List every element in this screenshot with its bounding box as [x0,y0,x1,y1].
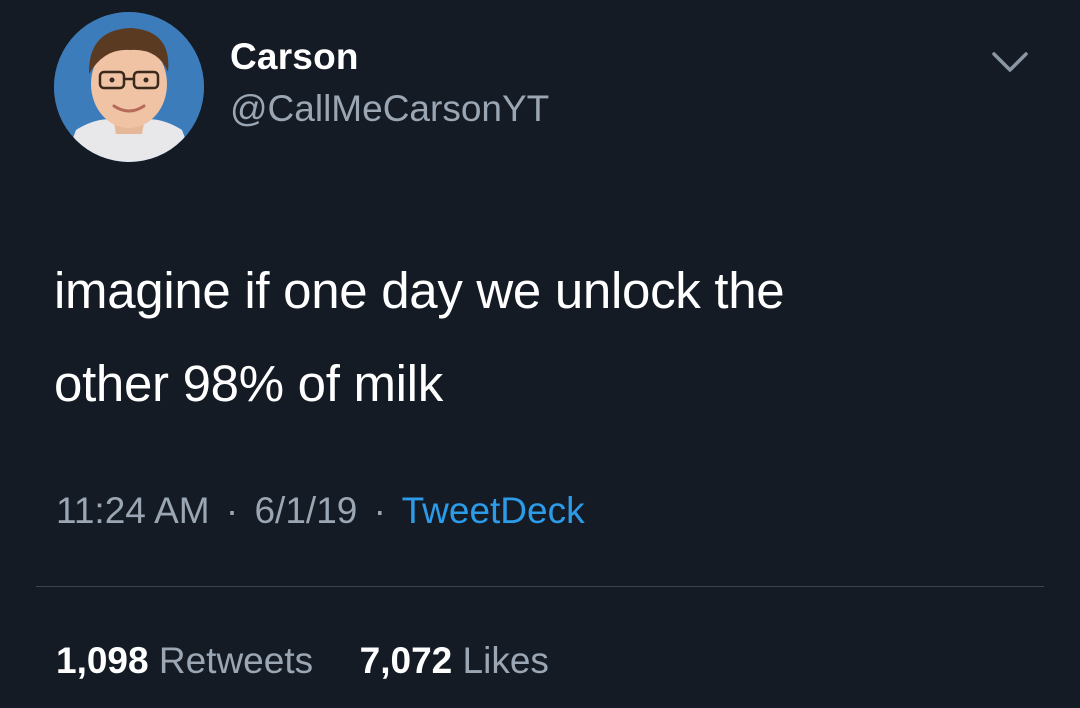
chevron-down-icon [992,52,1028,72]
tweet-card: Carson @CallMeCarsonYT imagine if one da… [0,0,1080,708]
display-name[interactable]: Carson [230,36,359,78]
separator: · [373,490,386,531]
tweet-metadata: 11:24 AM · 6/1/19 · TweetDeck [56,490,585,532]
tweet-text-line: imagine if one day we unlock the [54,262,785,319]
tweet-stats: 1,098 Retweets 7,072 Likes [56,640,549,682]
divider [36,586,1044,587]
retweets-stat[interactable]: 1,098 Retweets [56,640,323,681]
likes-label: Likes [462,640,549,681]
avatar[interactable] [54,12,204,162]
retweets-label: Retweets [158,640,314,681]
likes-count: 7,072 [359,640,453,681]
tweet-source-link[interactable]: TweetDeck [402,490,585,531]
tweet-date[interactable]: 6/1/19 [254,490,357,531]
tweet-text-line: other 98% of milk [54,355,443,412]
profile-photo-icon [54,12,204,162]
tweet-menu-button[interactable] [988,46,1032,78]
tweet-text: imagine if one day we unlock the other 9… [54,244,1044,430]
tweet-time[interactable]: 11:24 AM [56,490,210,531]
retweets-count: 1,098 [56,640,149,681]
username-handle[interactable]: @CallMeCarsonYT [230,88,549,130]
likes-stat[interactable]: 7,072 Likes [360,640,549,681]
separator: · [225,490,239,531]
